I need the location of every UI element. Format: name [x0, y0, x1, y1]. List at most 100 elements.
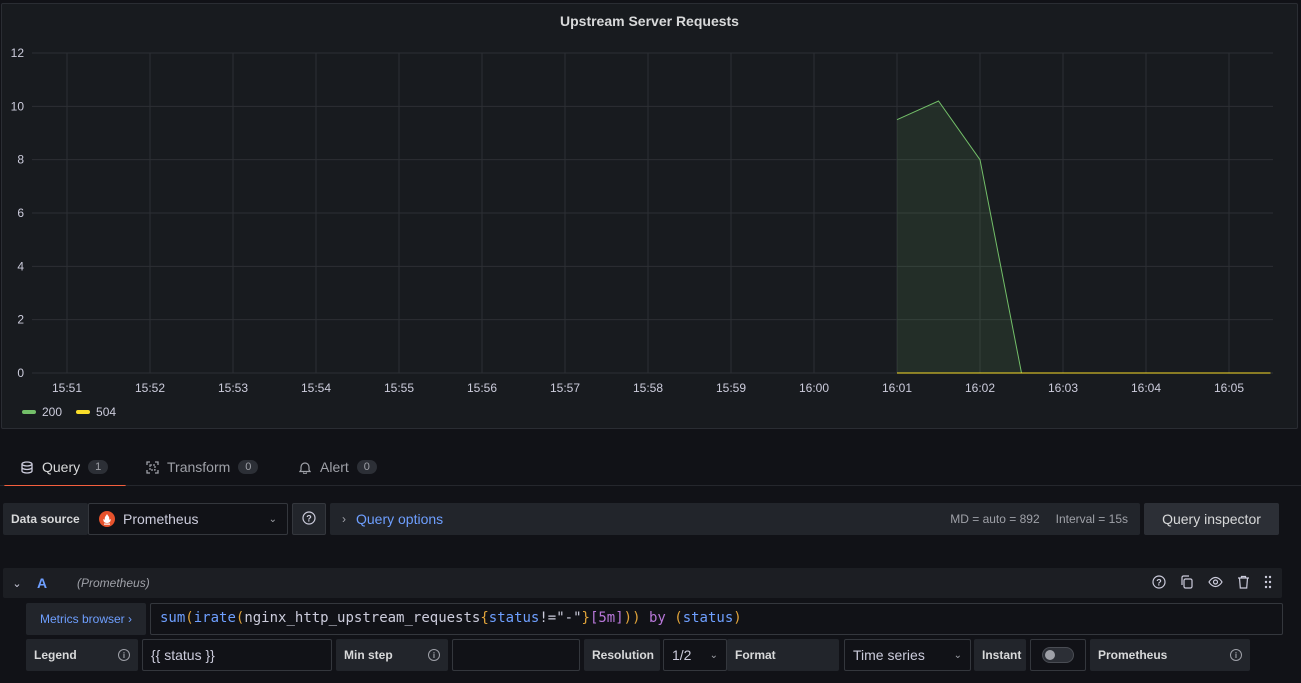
info-icon[interactable]: i: [428, 649, 440, 661]
legend-item-504[interactable]: 504: [76, 405, 116, 419]
x-tick-label: 16:01: [882, 381, 912, 395]
y-tick-label: 8: [17, 153, 24, 167]
x-tick-label: 15:55: [384, 381, 414, 395]
legend-label-text: Legend: [34, 648, 77, 662]
legend-item-200[interactable]: 200: [22, 405, 62, 419]
token-label: status: [682, 610, 734, 626]
tab-query-label: Query: [42, 459, 81, 475]
token-metric: nginx_http_upstream_requests: [244, 610, 481, 626]
x-tick-label: 15:57: [550, 381, 580, 395]
token-keyword: by: [640, 610, 675, 626]
help-icon[interactable]: ?: [1152, 574, 1166, 592]
legend-label: Legend i: [26, 639, 138, 671]
query-toolbar: Data source Prometheus ⌄ ? › Query optio…: [0, 486, 1301, 552]
y-tick-label: 0: [17, 366, 24, 380]
query-options-toggle[interactable]: › Query options MD = auto = 892 Interval…: [330, 503, 1140, 535]
legend-swatch: [76, 410, 91, 414]
token-fn: sum: [160, 610, 186, 626]
query-datasource-name: (Prometheus): [77, 576, 150, 590]
min-step-label: Min step i: [336, 639, 448, 671]
resolution-select[interactable]: 1/2 ⌄: [663, 639, 727, 671]
x-tick-label: 15:52: [135, 381, 165, 395]
legend-label: 504: [96, 405, 117, 419]
min-step-input[interactable]: [452, 639, 580, 671]
query-editor-row: Metrics browser › sum(irate(nginx_http_u…: [26, 603, 1283, 635]
query-options-meta: MD = auto = 892 Interval = 15s: [950, 512, 1128, 526]
info-icon[interactable]: i: [118, 649, 130, 661]
query-options-label: Query options: [356, 511, 444, 527]
tab-alert-count: 0: [356, 460, 377, 474]
info-icon[interactable]: i: [1230, 649, 1242, 661]
x-tick-label: 15:54: [301, 381, 331, 395]
token-paren: )): [623, 610, 641, 626]
prometheus-logo-icon: [99, 511, 115, 527]
x-tick-label: 16:00: [799, 381, 829, 395]
datasource-picker[interactable]: Prometheus ⌄: [88, 503, 288, 535]
promql-query-input[interactable]: sum(irate(nginx_http_upstream_requests{s…: [150, 603, 1283, 635]
query-row-header: ⌄ A (Prometheus) ?: [3, 568, 1282, 598]
query-options-row: Legend i {{ status }} Min step i Resolut…: [26, 639, 1286, 671]
transform-icon: [145, 460, 159, 474]
y-tick-label: 10: [11, 99, 25, 113]
svg-text:?: ?: [306, 513, 312, 523]
y-tick-label: 4: [17, 259, 24, 273]
x-tick-label: 16:03: [1048, 381, 1078, 395]
eye-icon[interactable]: [1208, 575, 1223, 592]
question-circle-icon: ?: [302, 510, 316, 528]
svg-text:?: ?: [1156, 577, 1162, 587]
datasource-label: Data source: [3, 503, 88, 535]
min-step-label-text: Min step: [344, 648, 393, 662]
legend-swatch: [22, 410, 36, 414]
duplicate-icon[interactable]: [1180, 574, 1194, 592]
token-fn: irate: [193, 610, 236, 626]
chevron-down-icon: ⌄: [268, 513, 277, 525]
x-tick-label: 16:04: [1131, 381, 1161, 395]
drag-handle-icon[interactable]: [1264, 575, 1272, 592]
y-tick-label: 6: [17, 206, 24, 220]
x-tick-label: 15:59: [716, 381, 746, 395]
tab-query-count: 1: [88, 460, 109, 474]
tab-transform[interactable]: Transform 0: [127, 448, 276, 486]
token-string: "-": [556, 610, 582, 626]
query-ref-id[interactable]: A: [31, 575, 77, 591]
trash-icon[interactable]: [1237, 575, 1250, 592]
format-value: Time series: [853, 647, 925, 663]
query-row-actions: ?: [1152, 574, 1282, 592]
x-tick-label: 15:51: [52, 381, 82, 395]
datasource-help-button[interactable]: ?: [292, 503, 326, 535]
resolution-value: 1/2: [672, 647, 692, 663]
x-tick-label: 16:02: [965, 381, 995, 395]
token-duration: [5m]: [589, 610, 624, 626]
metrics-browser-button[interactable]: Metrics browser ›: [26, 603, 146, 635]
x-tick-label: 15:56: [467, 381, 497, 395]
interval-info: Interval = 15s: [1055, 512, 1128, 526]
token-paren: (: [185, 610, 194, 626]
graph-panel: Upstream Server Requests 0 2 4 6 8 10 12 15:51 1…: [1, 3, 1298, 429]
token-paren: ): [733, 610, 742, 626]
tab-query[interactable]: Query 1: [2, 448, 127, 488]
tab-transform-count: 0: [238, 460, 259, 474]
datasource-value: Prometheus: [123, 511, 199, 527]
x-tick-label: 15:58: [633, 381, 663, 395]
chevron-down-icon: ⌄: [709, 649, 718, 661]
tab-alert-label: Alert: [320, 459, 349, 475]
tab-transform-label: Transform: [167, 459, 231, 475]
tab-alert[interactable]: Alert 0: [280, 448, 395, 486]
chart-legend: 200 504: [22, 405, 116, 419]
instant-label: Instant: [974, 639, 1026, 671]
x-tick-label: 16:05: [1214, 381, 1244, 395]
chevron-down-icon: ⌄: [953, 649, 962, 661]
instant-toggle[interactable]: [1030, 639, 1086, 671]
legend-input[interactable]: {{ status }}: [142, 639, 332, 671]
x-tick-label: 15:53: [218, 381, 248, 395]
resolution-label: Resolution: [584, 639, 660, 671]
max-datapoints-info: MD = auto = 892: [950, 512, 1040, 526]
collapse-chevron-icon[interactable]: ⌄: [3, 577, 31, 590]
token-brace: }: [581, 610, 590, 626]
format-select[interactable]: Time series ⌄: [844, 639, 971, 671]
query-type-label: Prometheus i: [1090, 639, 1250, 671]
y-tick-label: 12: [11, 46, 25, 60]
y-tick-label: 2: [17, 313, 24, 327]
query-inspector-button[interactable]: Query inspector: [1144, 503, 1279, 535]
legend-label: 200: [42, 405, 63, 419]
